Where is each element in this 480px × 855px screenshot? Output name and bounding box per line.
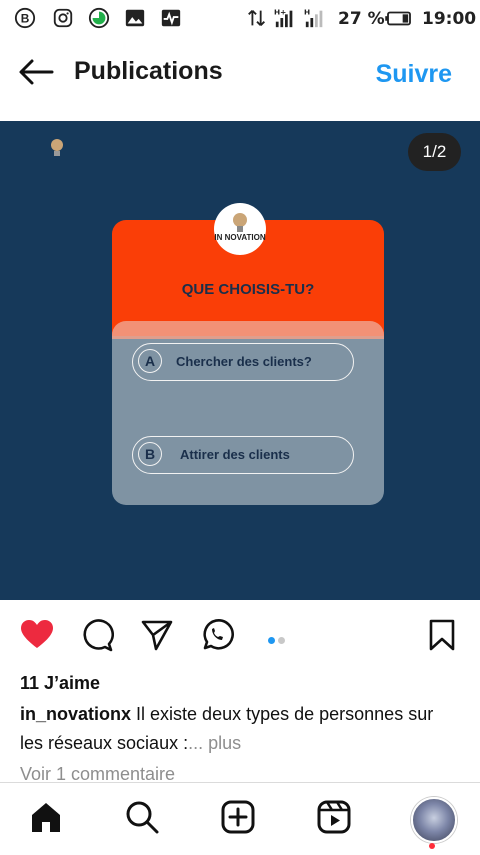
svg-text:H: H [304,7,310,16]
option-a-label: Chercher des clients? [176,354,312,369]
lightbulb-icon [51,139,63,156]
activity-icon [161,9,181,27]
carousel-dots [268,631,288,649]
bookmark-icon[interactable] [425,618,459,652]
back-arrow-icon[interactable] [18,58,54,86]
carousel-counter: 1/2 [408,133,461,171]
option-b[interactable]: B Attirer des clients [132,436,354,474]
battery-percent: 27 % [338,9,385,29]
page-title: Publications [74,57,223,85]
search-icon[interactable] [124,799,160,835]
signal-1-icon: H+ [274,7,293,28]
reels-icon[interactable] [316,799,352,835]
b-app-icon: B [14,7,36,29]
round-logo-text: IN NOVATION [214,233,266,242]
data-arrows-icon [248,10,265,26]
status-bar: B H+ H 27 % 19:00 [0,0,480,36]
caption-username[interactable]: in_novationx [20,704,131,724]
question-text: QUE CHOISIS-TU? [181,281,315,298]
whatsapp-icon[interactable] [200,618,234,652]
instagram-icon [53,8,73,28]
option-b-label: Attirer des clients [180,447,290,462]
post-caption: in_novationx Il existe deux types de per… [20,700,460,758]
view-comments-link[interactable]: Voir 1 commentaire [20,764,175,782]
post-image[interactable]: 1/2 QUE CHOISIS-TU? IN NOVATION A Cherch… [0,121,480,600]
carousel-dot [278,637,285,644]
gallery-icon [125,9,145,27]
carousel-dot-active [268,637,275,644]
create-icon[interactable] [220,799,256,835]
heart-icon[interactable] [20,618,54,652]
top-header: Publications Suivre [0,40,480,110]
svg-text:H+: H+ [274,7,286,16]
battery-icon [385,11,411,26]
likes-count[interactable]: 11 J’aime [20,673,100,694]
brand-logo [48,137,66,159]
round-logo: IN NOVATION [214,203,266,255]
notification-dot [429,843,435,849]
svg-text:B: B [21,12,30,26]
home-icon[interactable] [28,799,64,835]
caption-more-link[interactable]: ... plus [188,733,241,753]
send-icon[interactable] [140,618,174,652]
option-b-letter: B [138,442,162,466]
clock: 19:00 [422,9,477,29]
post-actions [0,610,480,660]
card-divider [112,321,384,339]
option-a[interactable]: A Chercher des clients? [132,343,354,381]
signal-2-icon: H [304,7,323,28]
option-a-letter: A [138,349,162,373]
bottom-nav [0,782,480,855]
comment-icon[interactable] [80,618,114,652]
profile-avatar[interactable] [411,797,457,843]
data-usage-icon [88,7,110,29]
lightbulb-icon [233,213,247,232]
follow-button[interactable]: Suivre [376,60,452,89]
